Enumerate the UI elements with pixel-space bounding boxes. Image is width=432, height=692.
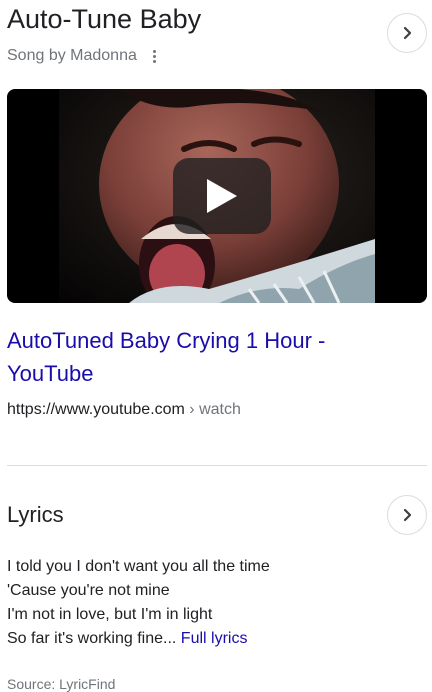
- full-lyrics-link[interactable]: Full lyrics: [181, 630, 248, 647]
- lyrics-heading: Lyrics: [7, 502, 64, 527]
- lyrics-line: 'Cause you're not mine: [7, 582, 170, 599]
- play-button[interactable]: [173, 158, 271, 234]
- video-thumbnail[interactable]: [7, 89, 427, 303]
- result-url[interactable]: https://www.youtube.com › watch: [7, 398, 241, 422]
- chevron-right-icon: [403, 508, 412, 522]
- subtitle-row: Song by Madonna: [7, 44, 161, 68]
- header-chevron-right-button[interactable]: [387, 13, 427, 53]
- lyrics-line-last: So far it's working fine... Full lyrics: [7, 627, 270, 651]
- result-title-link[interactable]: AutoTuned Baby Crying 1 Hour - YouTube: [7, 324, 417, 390]
- lyrics-line: I told you I don't want you all the time: [7, 558, 270, 575]
- more-options-icon[interactable]: [149, 46, 161, 66]
- chevron-right-icon: [403, 26, 412, 40]
- song-header: Auto-Tune Baby Song by Madonna: [7, 0, 425, 76]
- lyrics-line: I'm not in love, but I'm in light: [7, 606, 213, 623]
- song-title: Auto-Tune Baby: [7, 4, 202, 34]
- section-divider: [7, 465, 427, 466]
- result-url-host: https://www.youtube.com: [7, 401, 185, 418]
- result-url-path: › watch: [184, 401, 241, 418]
- lyrics-line: So far it's working fine...: [7, 630, 177, 647]
- lyrics-source: Source: LyricFind: [7, 676, 116, 692]
- play-icon: [207, 179, 237, 213]
- lyrics-chevron-right-button[interactable]: [387, 495, 427, 535]
- song-subtitle: Song by Madonna: [7, 47, 137, 64]
- lyrics-snippet: I told you I don't want you all the time…: [7, 555, 270, 651]
